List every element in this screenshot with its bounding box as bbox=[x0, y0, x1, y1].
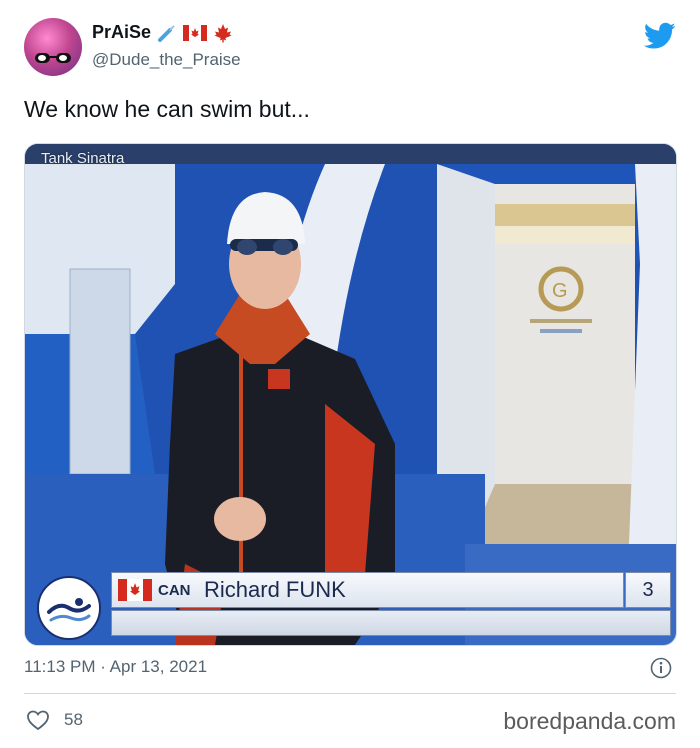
athlete-name: Richard FUNK bbox=[204, 577, 346, 602]
canada-flag-icon bbox=[183, 24, 208, 41]
scoreboard-lower-bar bbox=[111, 610, 671, 636]
like-count: 58 bbox=[64, 710, 83, 729]
heart-icon[interactable] bbox=[26, 709, 50, 731]
tweet-image[interactable]: G Tank Sinatra CAN Richard FUNK 3 bbox=[24, 143, 677, 646]
name-row: PrAiSe bbox=[92, 22, 233, 43]
avatar[interactable] bbox=[24, 18, 82, 76]
tweet-timestamp[interactable]: 11:13 PM · Apr 13, 2021 bbox=[24, 657, 207, 677]
site-watermark: boredpanda.com bbox=[503, 708, 676, 734]
scoreboard-overlay: CAN Richard FUNK 3 bbox=[35, 568, 671, 640]
display-name[interactable]: PrAiSe bbox=[92, 22, 151, 43]
athlete-name-bar: CAN Richard FUNK bbox=[111, 572, 624, 608]
image-watermark: Tank Sinatra bbox=[41, 150, 125, 167]
user-handle[interactable]: @Dude_the_Praise bbox=[92, 50, 241, 70]
divider bbox=[24, 693, 676, 694]
canada-flag-icon bbox=[118, 579, 152, 601]
country-code: CAN bbox=[158, 582, 191, 599]
info-icon[interactable] bbox=[650, 657, 672, 679]
swimmer-logo-icon bbox=[37, 576, 101, 640]
lane-number: 3 bbox=[625, 572, 671, 608]
maple-leaf-icon bbox=[214, 23, 232, 42]
svg-text:G: G bbox=[552, 280, 568, 302]
twitter-bird-icon[interactable] bbox=[644, 22, 676, 50]
tweet-text: We know he can swim but... bbox=[24, 96, 310, 122]
sunglasses-icon bbox=[35, 53, 71, 63]
syringe-icon bbox=[158, 24, 175, 42]
